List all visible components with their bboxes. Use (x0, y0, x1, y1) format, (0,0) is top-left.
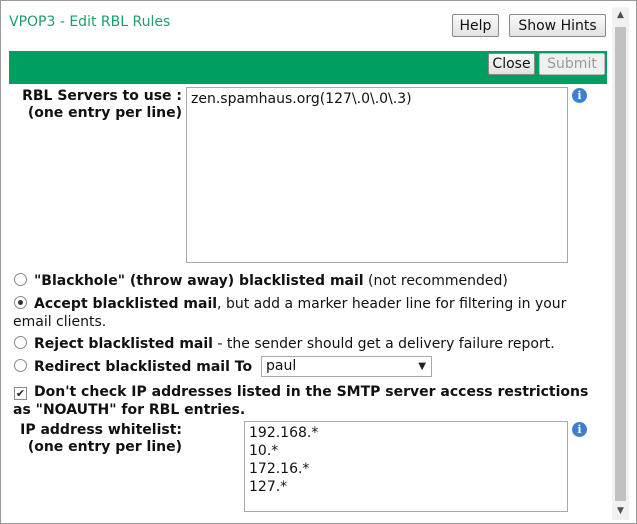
blackhole-note: (not recommended) (363, 273, 508, 289)
vertical-scrollbar[interactable]: ▲ ▼ (612, 7, 629, 520)
reject-radio[interactable] (14, 336, 27, 349)
rbl-servers-label-line2: (one entry per line) (27, 105, 182, 121)
blackhole-label: "Blackhole" (throw away) blacklisted mai… (34, 273, 364, 289)
ip-whitelist-label: IP address whitelist: (one entry per lin… (15, 422, 182, 456)
noauth-label: Don't check IP addresses listed in the S… (13, 384, 589, 418)
ip-whitelist-textarea[interactable]: 192.168.* 10.* 172.16.* 127.* (244, 421, 568, 512)
help-button[interactable]: Help (452, 14, 499, 37)
whitelist-info-icon[interactable]: i (572, 422, 587, 437)
blackhole-radio[interactable] (14, 273, 27, 286)
redirect-radio[interactable] (14, 359, 27, 372)
show-hints-button[interactable]: Show Hints (509, 14, 606, 37)
option-noauth[interactable]: ✔ Don't check IP addresses listed in the … (13, 383, 603, 419)
rbl-servers-label-line1: RBL Servers to use : (22, 88, 182, 104)
redirect-target-value: paul (266, 358, 297, 374)
edit-rbl-rules-window: VPOP3 - Edit RBL Rules Help Show Hints C… (0, 0, 637, 524)
accept-radio[interactable] (14, 296, 27, 309)
close-button[interactable]: Close (488, 53, 535, 75)
scroll-thumb[interactable] (615, 27, 626, 501)
ip-whitelist-label-line2: (one entry per line) (27, 439, 182, 455)
option-blackhole[interactable]: "Blackhole" (throw away) blacklisted mai… (13, 272, 603, 290)
redirect-label: Redirect blacklisted mail To (34, 359, 253, 375)
ip-whitelist-label-line1: IP address whitelist: (20, 422, 182, 438)
noauth-checkbox[interactable]: ✔ (14, 387, 27, 400)
rbl-servers-label: RBL Servers to use : (one entry per line… (21, 88, 182, 122)
scroll-down-icon[interactable]: ▼ (612, 503, 629, 520)
accept-label: Accept blacklisted mail (34, 296, 218, 312)
scroll-up-icon[interactable]: ▲ (612, 7, 629, 24)
submit-button[interactable]: Submit (539, 53, 605, 75)
option-accept[interactable]: Accept blacklisted mail, but add a marke… (13, 295, 603, 331)
window-title: VPOP3 - Edit RBL Rules (9, 14, 171, 30)
chevron-down-icon: ▼ (418, 361, 426, 372)
reject-label: Reject blacklisted mail (34, 336, 213, 352)
rbl-servers-textarea[interactable]: zen.spamhaus.org(127\.0\.0\.3) (186, 87, 568, 263)
rbl-info-icon[interactable]: i (572, 88, 587, 103)
option-reject[interactable]: Reject blacklisted mail - the sender sho… (13, 335, 603, 353)
redirect-target-select[interactable]: paul ▼ (261, 356, 432, 377)
reject-note: - the sender should get a delivery failu… (212, 336, 555, 352)
